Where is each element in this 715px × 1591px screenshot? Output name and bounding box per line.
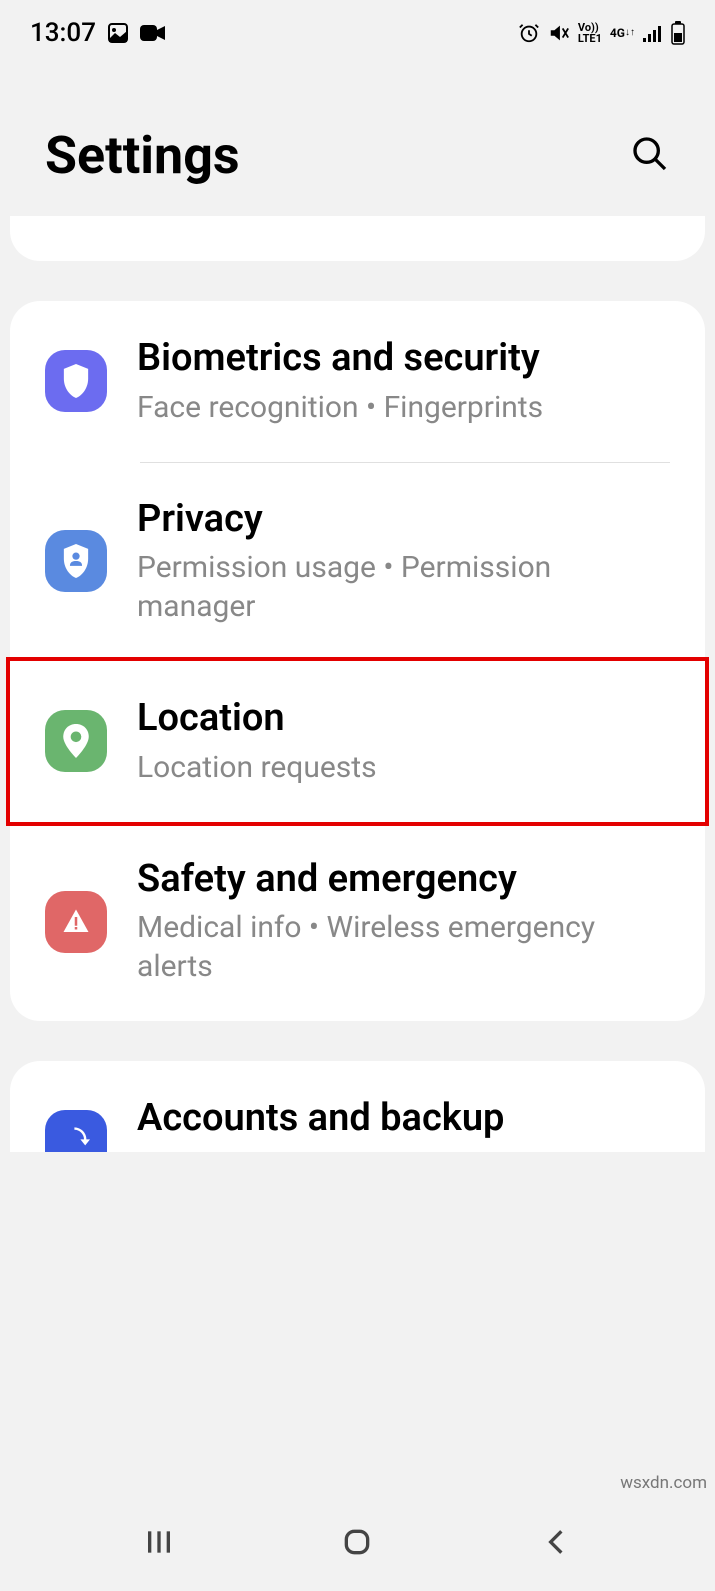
shield-person-icon [45, 530, 107, 592]
navigation-bar [0, 1496, 715, 1591]
mute-icon [548, 22, 570, 44]
settings-item-accounts[interactable]: Accounts and backup [10, 1061, 705, 1152]
alert-icon [45, 891, 107, 953]
settings-item-privacy[interactable]: Privacy Permission usage • Permission ma… [10, 462, 705, 662]
item-subtitle: Location requests [137, 748, 670, 787]
previous-section-peek [10, 216, 705, 261]
settings-item-biometrics[interactable]: Biometrics and security Face recognition… [10, 301, 705, 462]
back-button[interactable] [540, 1526, 572, 1562]
signal-icon [643, 24, 663, 42]
network-icon: 4G↓↑ [610, 27, 635, 39]
search-icon [630, 134, 670, 174]
search-button[interactable] [630, 134, 670, 177]
item-subtitle: Medical info • Wireless emergency alerts [137, 908, 670, 986]
item-subtitle: Permission usage • Permission manager [137, 548, 670, 626]
watermark: wsxdn.com [620, 1473, 707, 1493]
settings-item-safety[interactable]: Safety and emergency Medical info • Wire… [10, 822, 705, 1022]
status-time: 13:07 [30, 18, 96, 48]
item-subtitle: Face recognition • Fingerprints [137, 388, 670, 427]
back-icon [540, 1526, 572, 1558]
home-button[interactable] [341, 1526, 373, 1562]
header: Settings [0, 55, 715, 216]
sync-icon [45, 1110, 107, 1152]
settings-section: Biometrics and security Face recognition… [10, 301, 705, 1021]
item-title: Safety and emergency [137, 857, 670, 903]
image-icon [106, 21, 130, 45]
video-icon [140, 23, 166, 43]
recents-button[interactable] [143, 1526, 175, 1562]
pin-icon [45, 710, 107, 772]
settings-item-location[interactable]: Location Location requests [6, 657, 709, 826]
battery-icon [671, 21, 685, 45]
shield-icon [45, 350, 107, 412]
home-icon [341, 1526, 373, 1558]
page-title: Settings [45, 125, 240, 186]
recents-icon [143, 1526, 175, 1558]
volte-icon: Vo))LTE1 [578, 22, 602, 44]
item-title: Privacy [137, 497, 670, 543]
status-bar: 13:07 Vo))LTE1 4G↓↑ [0, 0, 715, 55]
alarm-icon [518, 22, 540, 44]
item-title: Accounts and backup [137, 1096, 670, 1142]
item-title: Biometrics and security [137, 336, 670, 382]
item-title: Location [137, 696, 670, 742]
next-section: Accounts and backup [10, 1061, 705, 1152]
